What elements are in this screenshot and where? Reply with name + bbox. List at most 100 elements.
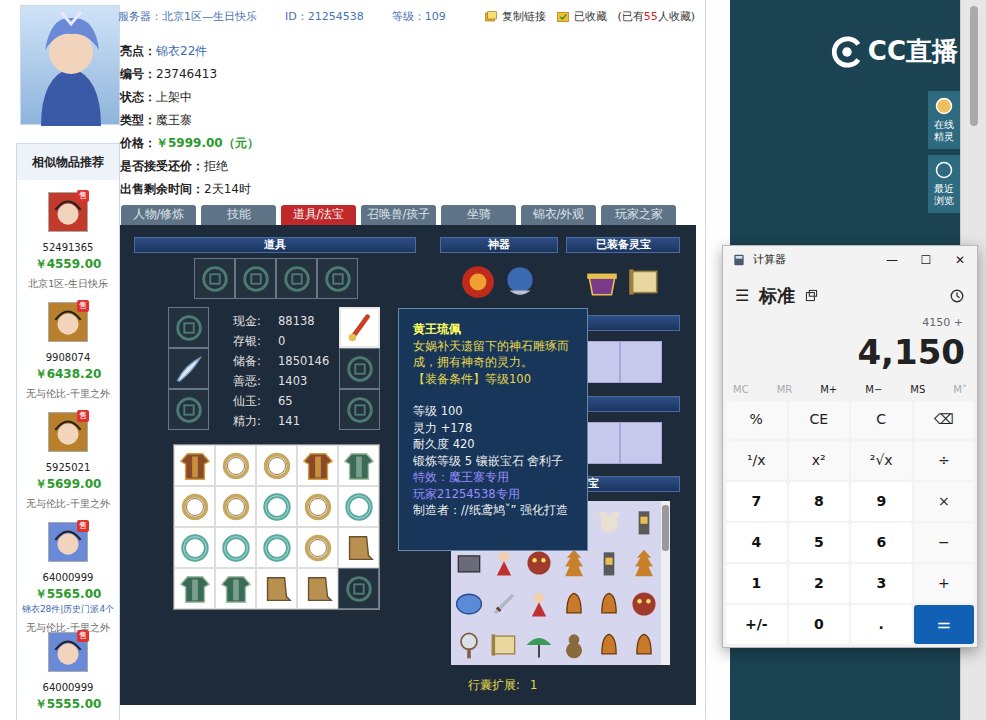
- fabao-cell[interactable]: [626, 624, 661, 665]
- history-icon[interactable]: [949, 288, 965, 304]
- fabao-cell[interactable]: [556, 583, 591, 624]
- copy-link[interactable]: 复制链接: [484, 9, 546, 26]
- empty-slot[interactable]: [168, 389, 209, 430]
- empty-slot[interactable]: [339, 389, 380, 430]
- empty-slot[interactable]: [168, 307, 209, 348]
- cc-logo[interactable]: CC直播: [830, 32, 958, 71]
- artifact-item[interactable]: [500, 261, 540, 303]
- similar-item[interactable]: 售9908074￥6438.20无与伦比-千里之外: [17, 290, 119, 400]
- fabao-cell[interactable]: [521, 583, 556, 624]
- artifact-item[interactable]: [624, 261, 664, 303]
- artifact-item[interactable]: [582, 261, 622, 303]
- calculator-key[interactable]: ⌫: [914, 401, 975, 440]
- empty-slot[interactable]: [317, 258, 358, 299]
- fabao-cell[interactable]: [591, 583, 626, 624]
- fabao-cell[interactable]: [451, 624, 486, 665]
- calculator-key[interactable]: 1: [726, 564, 787, 603]
- calculator-key[interactable]: C: [851, 401, 912, 440]
- tab[interactable]: 道具/法宝: [281, 205, 356, 225]
- favorite-label[interactable]: 已收藏: [574, 9, 607, 26]
- calculator-key[interactable]: ×: [914, 482, 975, 521]
- close-button[interactable]: ✕: [943, 251, 977, 269]
- side-button-label[interactable]: 最近浏览: [934, 183, 955, 207]
- inventory-cell[interactable]: [215, 486, 256, 527]
- empty-slot[interactable]: [620, 341, 662, 383]
- inventory-cell[interactable]: [256, 486, 297, 527]
- side-button[interactable]: 在线精灵: [928, 91, 960, 149]
- inventory-cell[interactable]: [215, 527, 256, 568]
- fabao-cell[interactable]: [451, 583, 486, 624]
- calculator-key[interactable]: CE: [789, 401, 850, 440]
- tab[interactable]: 坐骑: [441, 205, 516, 225]
- inventory-cell[interactable]: [297, 527, 338, 568]
- inventory-cell[interactable]: [256, 527, 297, 568]
- calculator-key[interactable]: 6: [851, 523, 912, 562]
- side-button-label[interactable]: 在线精灵: [934, 119, 955, 143]
- calculator-window[interactable]: 计算器—☐✕☰标准4150 +4,150MCMRM+M−MSM˅%CEC⌫¹/x…: [722, 245, 978, 648]
- tab[interactable]: 召唤兽/孩子: [361, 205, 436, 225]
- inventory-cell[interactable]: [297, 568, 338, 609]
- calculator-key[interactable]: 3: [851, 564, 912, 603]
- artifact-item[interactable]: [458, 261, 498, 303]
- calculator-key[interactable]: −: [914, 523, 975, 562]
- tab[interactable]: 技能: [201, 205, 276, 225]
- tab[interactable]: 玩家之家: [601, 205, 676, 225]
- calculator-key[interactable]: 9: [851, 482, 912, 521]
- side-button[interactable]: 最近浏览: [928, 155, 960, 213]
- calculator-key[interactable]: =: [914, 605, 975, 644]
- calculator-key[interactable]: +/-: [726, 605, 787, 644]
- inventory-cell[interactable]: [174, 568, 215, 609]
- inventory-cell[interactable]: [174, 527, 215, 568]
- fabao-cell[interactable]: [486, 583, 521, 624]
- inventory-cell[interactable]: [256, 445, 297, 486]
- character-icon[interactable]: 售: [48, 522, 88, 562]
- similar-item[interactable]: 售5925021￥5699.00无与伦比-千里之外: [17, 400, 119, 510]
- calculator-key[interactable]: +: [914, 564, 975, 603]
- maximize-button[interactable]: ☐: [909, 251, 943, 269]
- fabao-cell[interactable]: [591, 501, 626, 542]
- equipment-slot[interactable]: [168, 348, 209, 389]
- character-icon[interactable]: 售: [48, 412, 88, 452]
- empty-slot[interactable]: [276, 258, 317, 299]
- fabao-cell[interactable]: [556, 624, 591, 665]
- inventory-cell[interactable]: [297, 445, 338, 486]
- calculator-key[interactable]: 7: [726, 482, 787, 521]
- calculator-key[interactable]: 0: [789, 605, 850, 644]
- fabao-cell[interactable]: [626, 542, 661, 583]
- inventory-cell[interactable]: [174, 445, 215, 486]
- empty-slot[interactable]: [339, 348, 380, 389]
- calculator-key[interactable]: 2: [789, 564, 850, 603]
- fabao-cell[interactable]: [486, 624, 521, 665]
- copy-link-label[interactable]: 复制链接: [502, 9, 546, 26]
- fabao-cell[interactable]: [591, 542, 626, 583]
- inventory-cell[interactable]: [215, 445, 256, 486]
- keep-on-top-icon[interactable]: [805, 289, 818, 302]
- calculator-key[interactable]: .: [851, 605, 912, 644]
- inventory-cell[interactable]: [297, 486, 338, 527]
- fabao-cell[interactable]: [626, 583, 661, 624]
- character-icon[interactable]: 售: [48, 192, 88, 232]
- empty-slot[interactable]: [620, 422, 662, 464]
- inventory-cell[interactable]: [174, 486, 215, 527]
- calculator-key[interactable]: 5: [789, 523, 850, 562]
- memory-button[interactable]: M−: [865, 382, 882, 397]
- memory-button[interactable]: MS: [910, 382, 925, 397]
- favorite-link[interactable]: 已收藏: [556, 9, 607, 26]
- memory-button[interactable]: M+: [820, 382, 837, 397]
- history-button[interactable]: [949, 287, 965, 305]
- calculator-key[interactable]: ¹/x: [726, 441, 787, 480]
- similar-item[interactable]: 售64000999￥5565.00锦衣28件|历史门派4个无与伦比-千里之外: [17, 510, 119, 620]
- fabao-cell[interactable]: [591, 624, 626, 665]
- calculator-key[interactable]: %: [726, 401, 787, 440]
- empty-slot[interactable]: [194, 258, 235, 299]
- character-icon[interactable]: 售: [48, 632, 88, 672]
- inventory-cell[interactable]: [338, 527, 379, 568]
- inventory-cell[interactable]: [338, 486, 379, 527]
- calculator-key[interactable]: ÷: [914, 441, 975, 480]
- scrollbar-thumb[interactable]: [662, 505, 669, 551]
- info-value[interactable]: 锦衣22件: [156, 44, 207, 58]
- fabao-cell[interactable]: [626, 501, 661, 542]
- equipment-slot[interactable]: [339, 307, 380, 348]
- fabao-cell[interactable]: [521, 624, 556, 665]
- menu-button[interactable]: ☰: [735, 284, 749, 308]
